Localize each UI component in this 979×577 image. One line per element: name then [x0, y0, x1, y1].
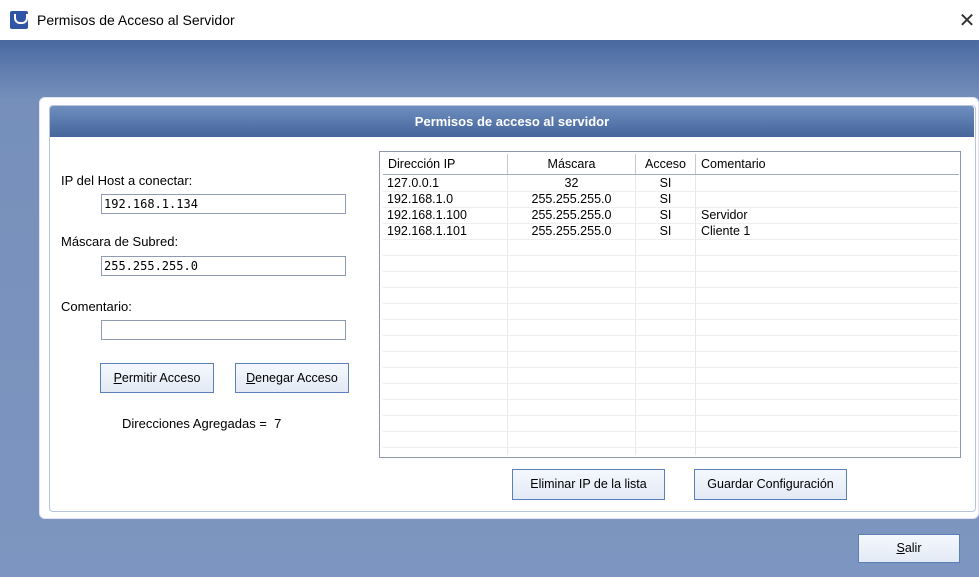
grid-row-line	[383, 447, 959, 448]
title-bar: Permisos de Acceso al Servidor ✕	[0, 0, 979, 40]
added-addresses-count: Direcciones Agregadas = 7	[122, 416, 282, 431]
exit-button[interactable]: Salir	[858, 534, 960, 563]
cell-ip[interactable]: 127.0.0.1	[387, 175, 439, 191]
column-header-mask[interactable]: Máscara	[508, 154, 636, 174]
host-ip-field[interactable]	[101, 194, 346, 214]
cell-access[interactable]: SI	[636, 207, 695, 223]
window-title: Permisos de Acceso al Servidor	[37, 12, 235, 28]
grid-row-line	[383, 431, 959, 432]
save-config-button[interactable]: Guardar Configuración	[694, 469, 847, 500]
list-header: Dirección IP Máscara Acceso Comentario	[383, 154, 959, 175]
exit-label: alir	[904, 541, 922, 555]
cell-ip[interactable]: 192.168.1.0	[387, 191, 453, 207]
permissions-panel: Permisos de acceso al servidor IP del Ho…	[39, 97, 979, 519]
close-icon[interactable]: ✕	[955, 6, 979, 34]
column-header-access[interactable]: Acceso	[636, 154, 696, 174]
exit-mnemonic: S	[896, 541, 905, 555]
allow-access-button[interactable]: Permitir Acceso	[100, 363, 214, 393]
grid-row-line	[383, 367, 959, 368]
cell-mask[interactable]: 255.255.255.0	[508, 191, 635, 207]
cell-ip[interactable]: 192.168.1.101	[387, 223, 467, 239]
list-body: 127.0.0.1 32 SI 192.168.1.0 255.255.255.…	[383, 175, 959, 455]
client-area: Permisos de acceso al servidor IP del Ho…	[0, 40, 979, 577]
allow-access-label: ermitir Acceso	[121, 371, 201, 385]
panel-title: Permisos de acceso al servidor	[50, 106, 974, 137]
grid-row-line	[383, 383, 959, 384]
cell-comment[interactable]: Cliente 1	[701, 223, 750, 239]
cell-access[interactable]: SI	[636, 175, 695, 191]
grid-row-line	[383, 335, 959, 336]
remove-ip-button[interactable]: Eliminar IP de la lista	[512, 469, 665, 500]
subnet-mask-input[interactable]	[104, 257, 345, 275]
subnet-mask-field[interactable]	[101, 256, 346, 276]
subnet-mask-label: Máscara de Subred:	[61, 234, 179, 249]
grid-row-line	[383, 303, 959, 304]
column-header-comment[interactable]: Comentario	[696, 154, 959, 174]
comment-input[interactable]	[104, 321, 345, 339]
deny-access-label: enegar Acceso	[255, 371, 338, 385]
host-ip-label: IP del Host a conectar:	[61, 173, 193, 188]
allow-access-mnemonic: P	[113, 371, 122, 385]
cell-access[interactable]: SI	[636, 191, 695, 207]
grid-row-line	[383, 239, 959, 240]
deny-access-button[interactable]: Denegar Acceso	[235, 363, 349, 393]
host-ip-input[interactable]	[104, 195, 345, 213]
app-icon	[10, 11, 28, 29]
cell-mask[interactable]: 32	[508, 175, 635, 191]
cell-mask[interactable]: 255.255.255.0	[508, 207, 635, 223]
column-header-ip[interactable]: Dirección IP	[383, 154, 508, 174]
grid-row-line	[383, 287, 959, 288]
cell-ip[interactable]: 192.168.1.100	[387, 207, 467, 223]
grid-row-line	[383, 415, 959, 416]
comment-field[interactable]	[101, 320, 346, 340]
grid-row-line	[383, 399, 959, 400]
cell-access[interactable]: SI	[636, 223, 695, 239]
grid-row-line	[383, 319, 959, 320]
grid-row-line	[383, 271, 959, 272]
cell-comment[interactable]: Servidor	[701, 207, 748, 223]
comment-label: Comentario:	[61, 299, 132, 314]
grid-row-line	[383, 255, 959, 256]
deny-access-mnemonic: D	[246, 371, 256, 385]
cell-mask[interactable]: 255.255.255.0	[508, 223, 635, 239]
grid-column-line	[695, 175, 696, 455]
ip-permissions-list[interactable]: Dirección IP Máscara Acceso Comentario 1…	[379, 151, 961, 458]
grid-row-line	[383, 351, 959, 352]
